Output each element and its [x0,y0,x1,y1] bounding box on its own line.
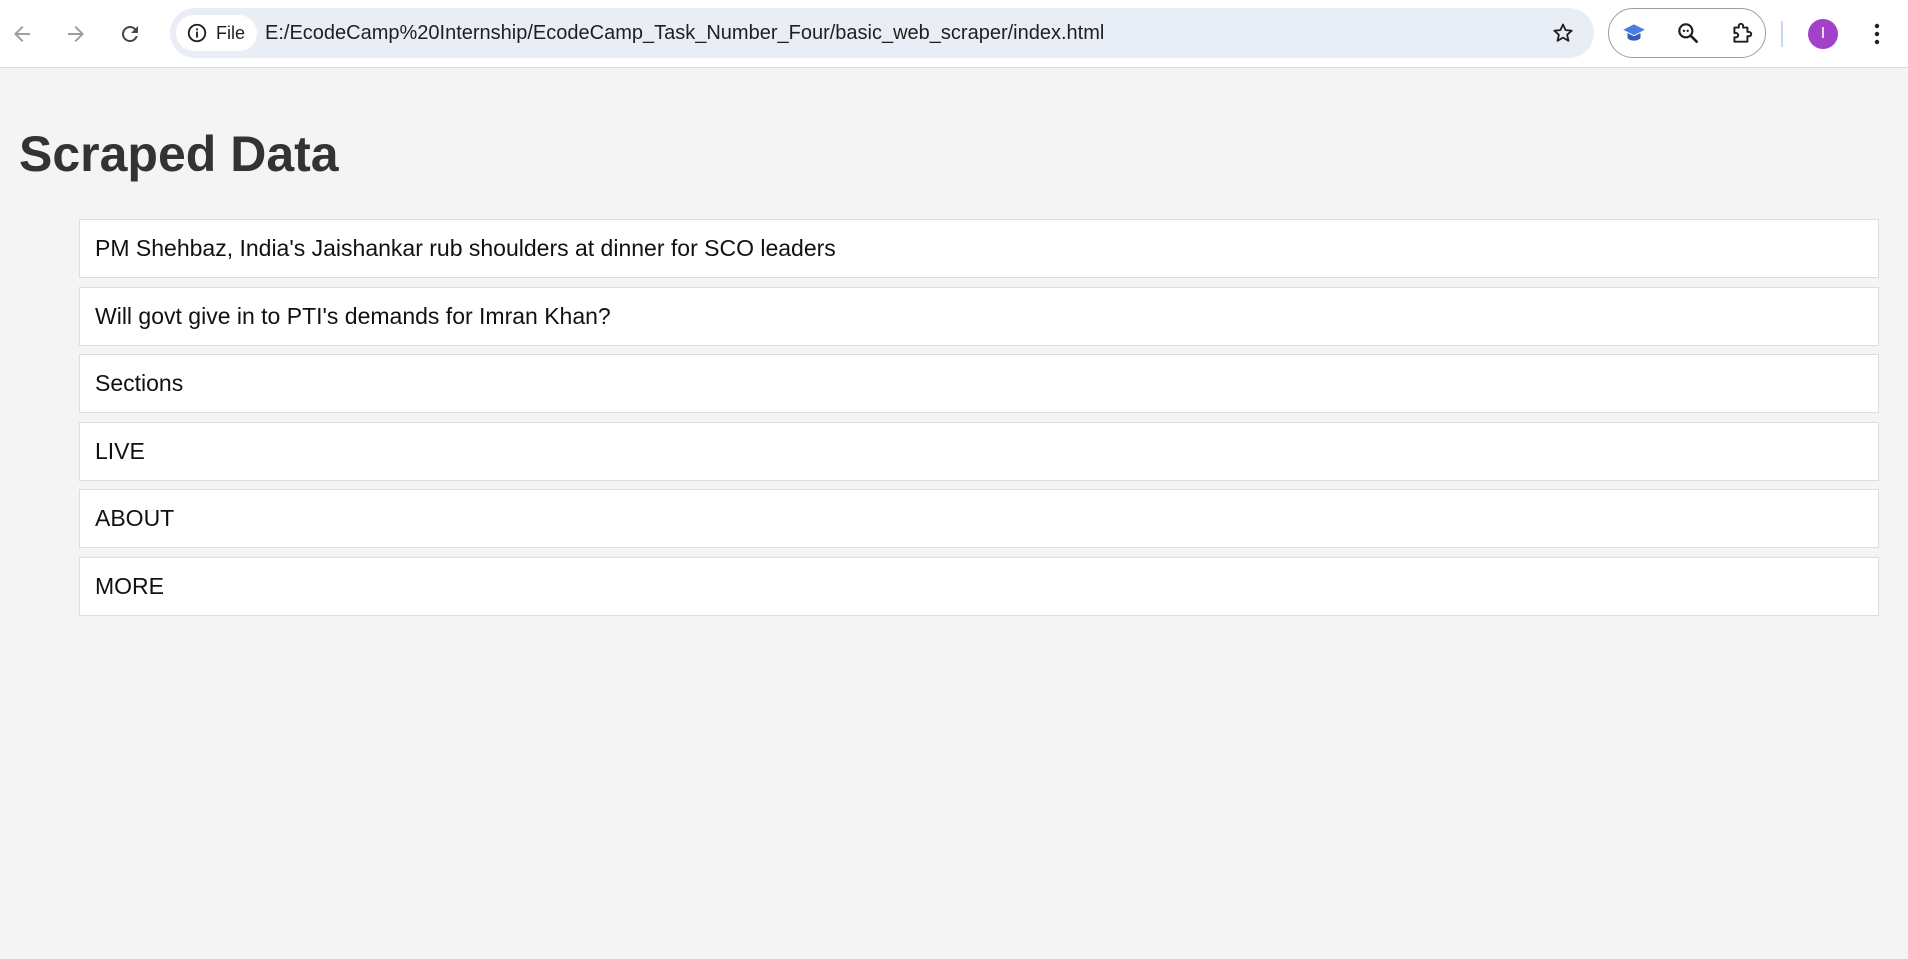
bookmark-button[interactable] [1546,16,1580,50]
reload-button[interactable] [110,14,150,54]
puzzle-icon [1733,22,1753,43]
list-item: Will govt give in to PTI's demands for I… [79,286,1879,346]
reload-icon [122,25,138,42]
address-bar[interactable]: File E:/EcodeCamp%20Internship/EcodeCamp… [170,8,1594,58]
extension-button-2[interactable] [1671,16,1705,50]
list-item: ABOUT [79,489,1879,548]
url-text[interactable]: E:/EcodeCamp%20Internship/EcodeCamp_Task… [265,8,1104,58]
arrow-right-icon [68,26,84,42]
extensions-group [1608,8,1766,58]
site-chip-label: File [216,22,246,43]
profile-avatar[interactable]: I [1808,19,1838,49]
page-title: Scraped Data [19,126,339,182]
list-item: Sections [79,354,1879,413]
forward-button[interactable] [56,14,96,54]
graduation-cap-icon [1623,24,1645,41]
list-item: MORE [79,556,1879,616]
star-icon [1553,23,1573,42]
extensions-menu-button[interactable] [1725,16,1759,50]
toolbar-divider [1781,21,1783,47]
info-icon [187,23,207,43]
list-item: PM Shehbaz, India's Jaishankar rub shoul… [79,219,1879,278]
site-info-chip[interactable]: File [176,15,258,51]
browser-toolbar: File E:/EcodeCamp%20Internship/EcodeCamp… [0,0,1908,68]
scraped-data-list: PM Shehbaz, India's Jaishankar rub shoul… [79,219,1879,624]
page-content: Scraped Data PM Shehbaz, India's Jaishan… [0,69,1908,959]
back-button[interactable] [2,14,42,54]
extension-button-1[interactable] [1617,16,1651,50]
kebab-menu-icon [1874,23,1880,45]
search-zoom-icon [1678,23,1698,43]
list-item: LIVE [79,421,1879,481]
browser-menu-button[interactable] [1862,14,1892,54]
arrow-left-icon [14,26,30,42]
